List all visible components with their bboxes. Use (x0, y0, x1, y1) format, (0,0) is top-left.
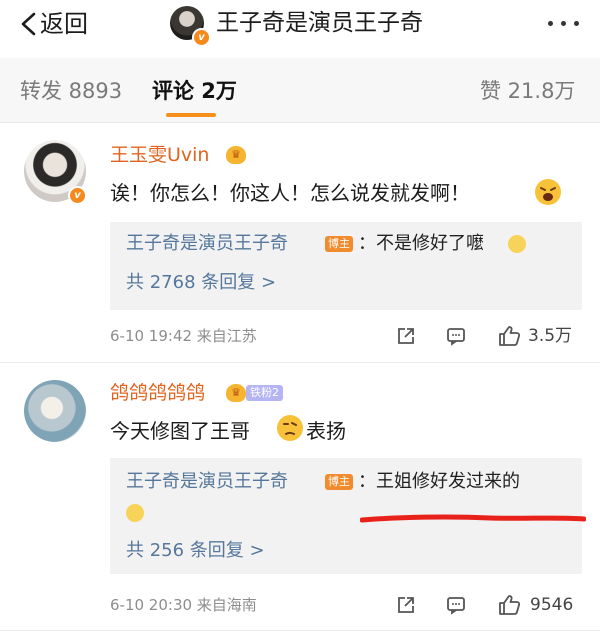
reply-author[interactable]: 王子奇是演员王子奇 (126, 468, 288, 496)
thinking-emoji-icon (277, 415, 303, 441)
divider (0, 362, 600, 363)
more-options-icon[interactable] (546, 12, 582, 34)
verified-v-icon: v (192, 28, 211, 47)
shy-emoji-icon (508, 235, 526, 253)
commenter-avatar[interactable] (24, 380, 86, 442)
reply-text: ：不是修好了嚒 (358, 233, 484, 254)
comment-meta: 6-10 19:42 来自江苏 (110, 327, 257, 345)
tab-comment[interactable]: 评论 2万 (152, 76, 237, 106)
verified-v-icon: v (68, 186, 87, 205)
shy-emoji-icon (126, 504, 144, 522)
reply-comment-icon[interactable] (446, 595, 466, 615)
page-title: 王子奇是演员王子奇 (216, 10, 423, 36)
comment-text-suffix: 表扬 (306, 419, 346, 443)
blogger-badge: 博主 (325, 236, 353, 252)
comment-meta: 6-10 20:30 来自海南 (110, 596, 257, 614)
comment-text: 今天修图了王哥 (110, 419, 250, 443)
reply-comment-icon[interactable] (446, 326, 466, 346)
like-count: 3.5万 (528, 326, 573, 346)
back-button[interactable]: 返回 (40, 7, 88, 41)
share-icon[interactable] (396, 326, 416, 346)
thumbs-up-icon[interactable] (498, 324, 522, 348)
crown-badge-icon: ♛ (226, 384, 246, 402)
tab-forward[interactable]: 转发 8893 (20, 76, 122, 106)
divider (0, 122, 600, 123)
comment-username[interactable]: 王玉雯Uvin (110, 142, 209, 168)
reply-text: ：王姐修好发过来的 (358, 471, 520, 492)
comment-username[interactable]: 鸽鸽鸽鸽鸽 (110, 380, 205, 406)
red-annotation-underline (360, 514, 586, 523)
shouting-emoji-icon (535, 179, 561, 205)
comment-text: 诶！你怎么！你这人！怎么说发就发啊！ (110, 181, 470, 205)
reply-author[interactable]: 王子奇是演员王子奇 (126, 230, 288, 258)
blogger-badge: 博主 (325, 474, 353, 490)
crown-badge-icon: ♛ (226, 146, 246, 164)
reply-count-link[interactable]: 共 2768 条回复 > (126, 269, 276, 297)
divider (0, 630, 600, 631)
active-tab-indicator (166, 113, 216, 117)
thumbs-up-icon[interactable] (498, 593, 522, 617)
reply-count-link[interactable]: 共 256 条回复 > (126, 537, 265, 565)
share-icon[interactable] (396, 595, 416, 615)
tab-like[interactable]: 赞 21.8万 (480, 76, 575, 106)
chevron-left-icon[interactable] (18, 12, 40, 36)
like-count: 9546 (530, 595, 574, 615)
fan-level-badge: 铁粉2 (246, 385, 283, 401)
